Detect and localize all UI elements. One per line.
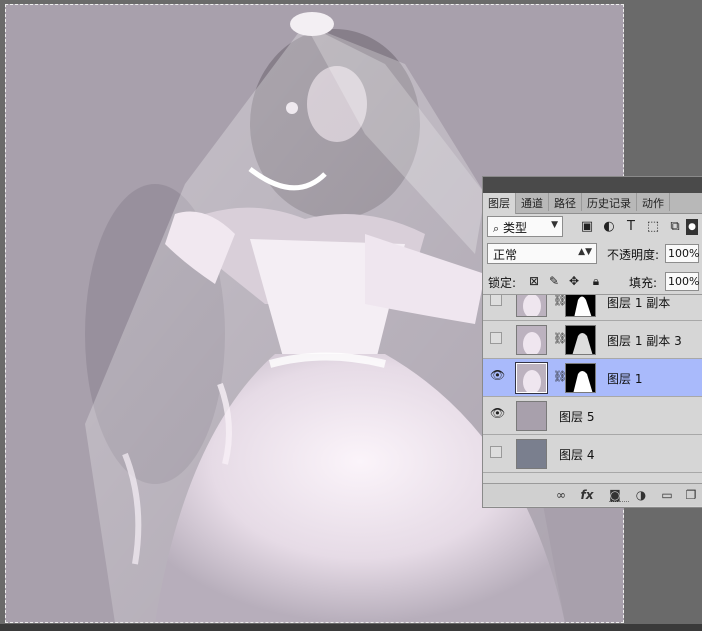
layers-bottom-toolbar: ∞ fx ◙ ◑ ▭ ❐	[483, 483, 702, 506]
layer-name[interactable]: 图层 4	[559, 446, 594, 463]
layer-name[interactable]: 图层 1 副本	[607, 295, 670, 311]
lock-label: 锁定:	[488, 276, 517, 290]
visibility-toggle[interactable]	[490, 295, 502, 306]
type-filter-icon[interactable]: T	[623, 219, 639, 235]
chevron-down-icon: ▼	[551, 220, 558, 230]
layer-row[interactable]: 👁︎ 图层 5	[483, 397, 702, 435]
new-layer-icon[interactable]: ❐	[683, 488, 699, 502]
tab-paths[interactable]: 路径	[549, 193, 582, 211]
tab-history[interactable]: 历史记录	[582, 193, 637, 211]
eye-icon[interactable]: 👁︎	[490, 369, 505, 382]
layer-thumbnail[interactable]	[516, 295, 547, 317]
blend-mode-select[interactable]: 正常 ▲▼	[487, 243, 597, 264]
link-layers-icon[interactable]: ∞	[553, 488, 569, 502]
lock-transparent-icon[interactable]: ⊠	[527, 274, 541, 288]
lock-move-icon[interactable]: ✥	[567, 274, 581, 288]
layer-name[interactable]: 图层 1	[607, 370, 642, 387]
fill-input[interactable]: 100%	[665, 272, 699, 291]
panel-resize-grip[interactable]	[609, 501, 629, 504]
tab-channels[interactable]: 通道	[516, 193, 549, 211]
lock-paint-icon[interactable]: ✎	[547, 274, 561, 288]
chevron-down-icon: ▲▼	[578, 247, 592, 257]
search-icon: ⌕	[493, 222, 500, 235]
visibility-toggle[interactable]	[490, 446, 502, 458]
add-mask-icon[interactable]: ◙	[607, 488, 623, 502]
image-filter-icon[interactable]: ▣	[579, 219, 595, 235]
layer-row[interactable]: ⛓︎ 图层 1 副本	[483, 295, 702, 321]
filter-label: 类型	[503, 221, 528, 235]
blend-mode-value: 正常	[493, 248, 518, 262]
layer-list: ⛓︎ 图层 1 副本 ⛓︎ 图层 1 副本 3 👁︎ ⛓︎ 图层 1 👁︎ 图层…	[483, 294, 702, 484]
layer-thumbnail[interactable]	[516, 325, 547, 355]
tab-actions[interactable]: 动作	[637, 193, 670, 211]
eye-icon[interactable]: 👁︎	[490, 407, 505, 420]
shape-filter-icon[interactable]: ⬚	[645, 219, 661, 235]
layer-row-selected[interactable]: 👁︎ ⛓︎ 图层 1	[483, 359, 702, 397]
opacity-input[interactable]: 100%	[665, 244, 699, 263]
layer-mask-thumbnail[interactable]	[565, 363, 596, 393]
fill-label: 填充:	[629, 276, 658, 290]
layer-filter-select[interactable]: ⌕ 类型 ▼	[487, 216, 563, 237]
layer-row[interactable]: 图层 4	[483, 435, 702, 473]
opacity-label: 不透明度:	[607, 248, 660, 262]
layer-thumbnail[interactable]	[516, 401, 547, 431]
layer-mask-thumbnail[interactable]	[565, 325, 596, 355]
filter-toggle-icon[interactable]: ●	[686, 219, 698, 235]
layer-name[interactable]: 图层 5	[559, 408, 594, 425]
visibility-toggle[interactable]	[490, 332, 502, 344]
group-folder-icon[interactable]: ▭	[659, 488, 675, 502]
lock-all-icon[interactable]: 🔒︎	[589, 274, 603, 289]
layer-thumbnail[interactable]	[516, 439, 547, 469]
layer-thumbnail[interactable]	[515, 362, 548, 394]
layer-row[interactable]: ⛓︎ 图层 1 副本 3	[483, 321, 702, 359]
layer-name[interactable]: 图层 1 副本 3	[607, 332, 682, 349]
layers-panel: 图层 通道 路径 历史记录 动作 ⌕ 类型 ▼ ▣ ◐ T ⬚ ⧉ ● 正常 ▲…	[482, 176, 702, 508]
status-strip	[0, 624, 702, 631]
layer-mask-thumbnail[interactable]	[565, 295, 596, 317]
tab-layers[interactable]: 图层	[483, 193, 516, 214]
adjustment-filter-icon[interactable]: ◐	[601, 219, 617, 235]
smart-object-filter-icon[interactable]: ⧉	[667, 219, 683, 235]
panel-title-bar[interactable]	[483, 177, 702, 193]
fx-icon[interactable]: fx	[579, 488, 595, 502]
adjustment-layer-icon[interactable]: ◑	[633, 488, 649, 502]
panel-tabs: 图层 通道 路径 历史记录 动作	[483, 193, 702, 214]
